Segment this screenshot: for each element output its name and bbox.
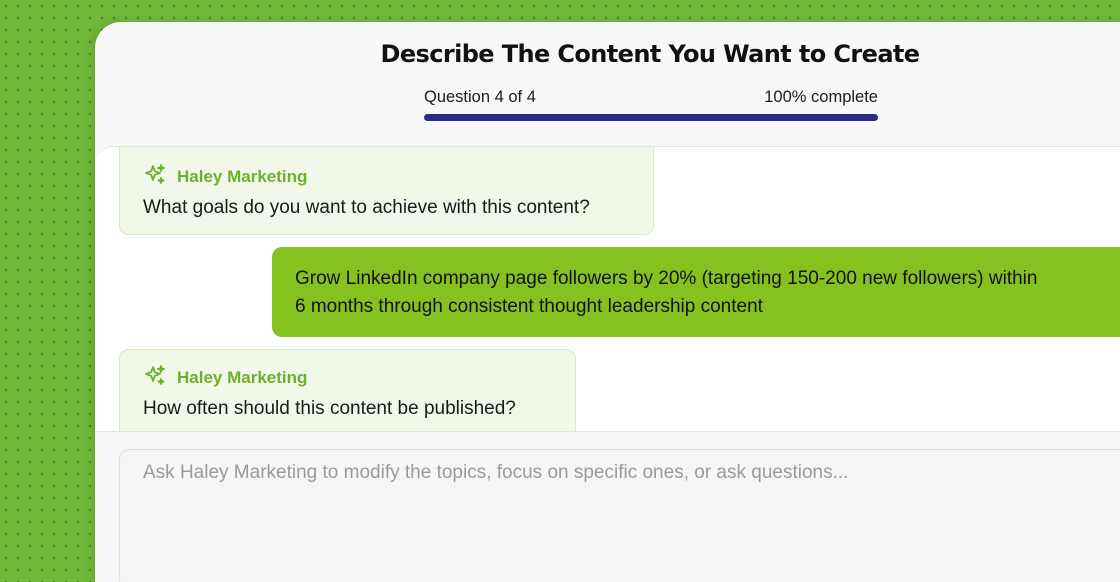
sender-name: Haley Marketing [177,367,308,387]
message-sender: Haley Marketing [143,363,552,392]
progress-label: Question 4 of 4 [424,88,536,106]
message-input[interactable] [120,450,1120,582]
header: Describe The Content You Want to Create … [95,22,1120,146]
message-text: How often should this content be publish… [143,398,516,419]
user-message-line-1: Grow LinkedIn company page followers by … [295,268,1038,289]
chat-history[interactable]: Haley Marketing What goals do you want t… [95,146,1120,432]
progress-bar [424,114,878,121]
sender-name: Haley Marketing [177,166,308,186]
progress-bar-fill [424,114,878,121]
sparkles-icon [143,363,167,392]
message-sender: Haley Marketing [143,162,630,191]
assistant-message: Haley Marketing What goals do you want t… [119,147,654,235]
sparkles-icon [143,162,167,191]
chat-panel: Describe The Content You Want to Create … [95,22,1120,582]
assistant-message: Haley Marketing How often should this co… [119,349,576,431]
page-title: Describe The Content You Want to Create [380,40,921,68]
progress-meta: Question 4 of 4 100% complete [424,88,878,107]
user-message: Grow LinkedIn company page followers by … [272,247,1120,337]
message-text: What goals do you want to achieve with t… [143,197,590,218]
user-message-line-2: 6 months through consistent thought lead… [295,296,763,317]
progress-status: 100% complete [764,88,878,106]
message-composer [119,449,1120,582]
